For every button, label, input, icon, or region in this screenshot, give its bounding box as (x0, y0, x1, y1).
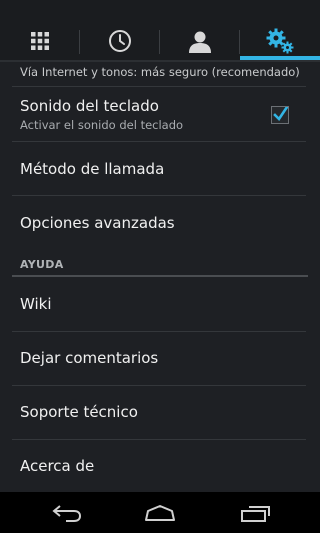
keypad-sound-title: Sonido del teclado (20, 97, 159, 115)
back-button[interactable] (37, 500, 97, 526)
keypad-sound-subtitle: Activar el sonido del teclado (20, 118, 184, 132)
advanced-options-title: Opciones avanzadas (20, 214, 175, 232)
keypad-sound-item[interactable]: Sonido del teclado Activar el sonido del… (0, 87, 320, 142)
settings-list[interactable]: Vía Internet y tonos: más seguro (recome… (0, 62, 320, 492)
tech-support-title: Soporte técnico (20, 403, 138, 421)
home-button[interactable] (130, 500, 190, 526)
keypad-sound-checkbox[interactable] (271, 106, 289, 124)
feedback-title: Dejar comentarios (20, 349, 159, 367)
settings-icon (266, 28, 294, 54)
tab-contacts[interactable] (160, 22, 240, 60)
partial-preference-summary: Vía Internet y tonos: más seguro (recome… (20, 65, 300, 79)
home-icon (145, 505, 175, 521)
checkmark-icon (273, 107, 288, 122)
call-method-item[interactable]: Método de llamada (0, 142, 320, 196)
tech-support-item[interactable]: Soporte técnico (0, 386, 320, 440)
tab-call-log[interactable] (80, 22, 160, 60)
advanced-options-item[interactable]: Opciones avanzadas (0, 196, 320, 250)
wiki-title: Wiki (20, 295, 52, 313)
tab-bar (0, 0, 320, 62)
feedback-item[interactable]: Dejar comentarios (0, 332, 320, 386)
call-method-title: Método de llamada (20, 160, 165, 178)
contact-icon (189, 31, 211, 53)
recent-apps-button[interactable] (225, 500, 285, 526)
wiki-item[interactable]: Wiki (0, 277, 320, 331)
tab-settings[interactable] (240, 22, 320, 60)
tab-dialpad[interactable] (0, 22, 80, 60)
back-icon (52, 505, 82, 522)
recent-apps-icon (241, 506, 270, 522)
dialpad-icon (31, 32, 49, 50)
navigation-bar (0, 492, 320, 533)
clock-icon (109, 30, 131, 52)
about-item[interactable]: Acerca de (0, 440, 320, 492)
help-section-header: AYUDA (20, 258, 64, 271)
about-title: Acerca de (20, 457, 95, 475)
